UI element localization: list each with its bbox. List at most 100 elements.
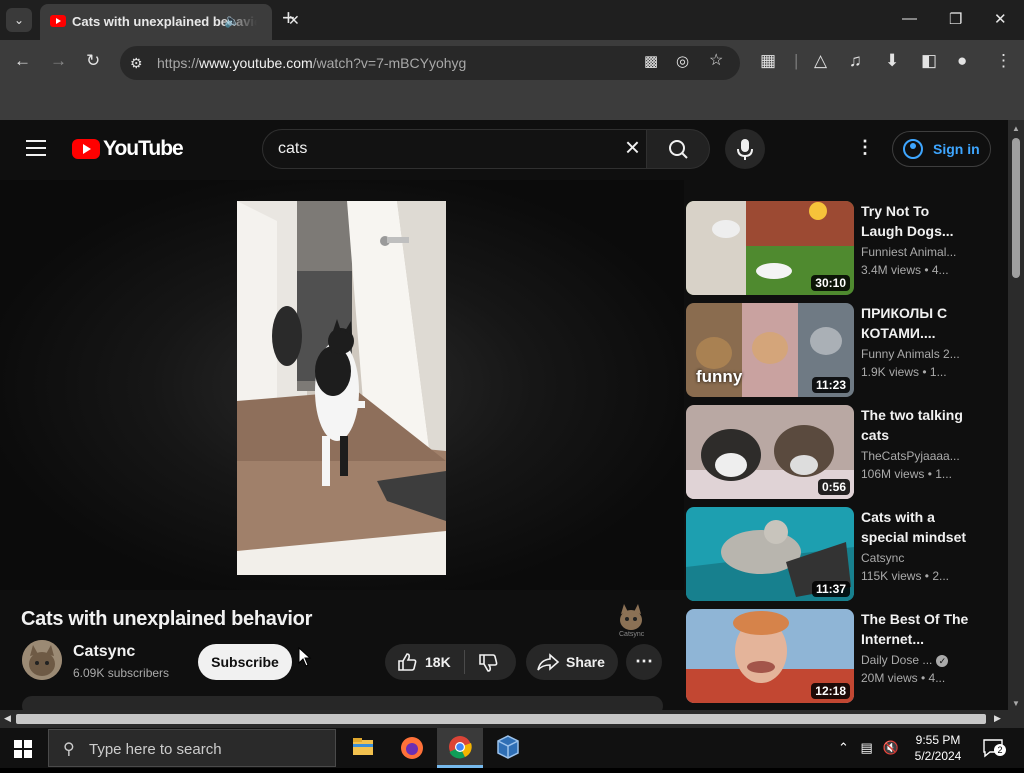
video-duration: 30:10 (811, 275, 850, 291)
search-input[interactable]: cats × (262, 129, 647, 169)
back-button[interactable]: ← (14, 52, 31, 69)
recommendation-channel[interactable]: Daily Dose ... ✓ (861, 653, 961, 667)
downloads-icon[interactable]: ⬇ (885, 52, 899, 69)
hamburger-icon[interactable] (26, 140, 46, 156)
channel-avatar[interactable] (22, 640, 62, 680)
recommendation-item[interactable]: 30:10 Try Not To Laugh Dogs... Funniest … (686, 201, 986, 295)
eye-off-icon[interactable]: ◎ (676, 54, 689, 69)
search-icon (669, 140, 688, 159)
toolbar-divider: | (794, 51, 799, 70)
taskbar-clock[interactable]: 9:55 PM 5/2/2024 (908, 732, 968, 764)
chrome-app[interactable] (437, 728, 483, 768)
url-text[interactable]: https://www.youtube.com/watch?v=7-mBCYyo… (157, 55, 466, 71)
recommendation-title[interactable]: ПРИКОЛЫ С КОТАМИ.... (861, 303, 971, 343)
recommendation-channel[interactable]: TheCatsPyjaaaa... (861, 449, 961, 463)
minimize-button[interactable]: — (902, 10, 917, 27)
system-tray[interactable]: ⌃ ▤ 🔇 (838, 740, 899, 756)
recommendation-thumbnail[interactable]: 11:37 (686, 507, 854, 601)
video-duration: 11:23 (811, 377, 850, 393)
search-button[interactable] (646, 129, 710, 169)
labs-flask-icon[interactable]: △ (814, 52, 827, 69)
clear-search-icon[interactable]: × (625, 134, 640, 160)
more-actions-button[interactable]: ⋯ (626, 644, 662, 680)
notification-count: 2 (994, 744, 1006, 756)
file-explorer-app[interactable] (340, 728, 386, 768)
speaker-icon[interactable]: 🔈 (224, 13, 240, 29)
chevron-up-icon[interactable]: ⌃ (838, 740, 849, 755)
subscribe-button[interactable]: Subscribe (198, 644, 292, 680)
taskbar-search-box[interactable]: ⚲ Type here to search (48, 729, 336, 767)
recommendation-channel[interactable]: Catsync (861, 551, 961, 565)
youtube-logo[interactable]: YouTube (72, 137, 184, 161)
scroll-left-arrow-icon[interactable]: ◀ (4, 713, 11, 724)
site-info-icon[interactable]: ⚙ (130, 55, 143, 72)
extensions-icon[interactable]: ▦ (760, 52, 776, 69)
reload-button[interactable]: ↻ (86, 52, 100, 69)
recommendation-thumbnail[interactable]: 30:10 (686, 201, 854, 295)
address-bar[interactable]: ⚙ https://www.youtube.com/watch?v=7-mBCY… (120, 46, 740, 80)
vertical-scrollbar[interactable]: ▲ ▼ (1008, 120, 1024, 710)
horizontal-scroll-thumb[interactable] (16, 714, 986, 724)
channel-watermark[interactable]: Catsync (616, 602, 646, 640)
scroll-up-arrow-icon[interactable]: ▲ (1012, 124, 1020, 133)
media-control-icon[interactable]: ♫ (849, 52, 862, 69)
network-icon[interactable]: ▤ (861, 740, 873, 755)
recommendation-thumbnail[interactable]: funny 11:23 (686, 303, 854, 397)
browser-toolbar: ← → ↻ ⚙ https://www.youtube.com/watch?v=… (0, 40, 1024, 86)
recommendation-channel[interactable]: Funniest Animal... (861, 245, 961, 259)
volume-muted-icon[interactable]: 🔇 (882, 740, 898, 755)
recommendation-title[interactable]: Try Not To Laugh Dogs... (861, 201, 971, 241)
chevron-down-icon: ⌄ (13, 13, 25, 27)
vertical-scroll-thumb[interactable] (1012, 138, 1020, 278)
taskbar-search-placeholder[interactable]: Type here to search (89, 741, 222, 758)
profile-icon[interactable]: ● (957, 52, 967, 69)
browser-tab-strip: ⌄ Cats with unexplained behavior 🔈 ✕ + —… (0, 0, 1024, 40)
recommendation-item[interactable]: funny 11:23 ПРИКОЛЫ С КОТАМИ.... Funny A… (686, 303, 986, 397)
close-window-button[interactable]: ✕ (994, 10, 1007, 28)
voice-search-button[interactable] (725, 129, 765, 169)
forward-button[interactable]: → (50, 52, 67, 69)
recommendation-thumbnail[interactable]: 12:18 (686, 609, 854, 703)
new-tab-button[interactable]: + (282, 7, 295, 29)
windows-start-icon[interactable] (14, 740, 32, 758)
firefox-icon (401, 737, 423, 759)
recommendation-title[interactable]: The two talking cats (861, 405, 971, 445)
search-icon: ⚲ (63, 741, 75, 758)
virtualbox-cube-icon (497, 735, 519, 759)
youtube-play-icon (72, 139, 100, 159)
video-frame[interactable] (237, 201, 446, 575)
recommendation-channel[interactable]: Funny Animals 2... (861, 347, 961, 361)
browser-menu-icon[interactable]: ⋮ (995, 52, 1012, 69)
side-panel-icon[interactable]: ◧ (921, 52, 937, 69)
description-box[interactable] (22, 696, 663, 710)
restore-button[interactable]: ❐ (949, 10, 962, 28)
recommendation-title[interactable]: Cats with a special mindset (861, 507, 971, 547)
browser-tab[interactable]: Cats with unexplained behavior 🔈 ✕ (40, 4, 300, 40)
settings-menu-icon[interactable]: ⋮ (856, 138, 874, 156)
like-button[interactable] (397, 652, 419, 677)
firefox-app[interactable] (389, 728, 435, 768)
video-player[interactable] (0, 180, 684, 590)
share-button[interactable]: Share (526, 644, 618, 680)
recommendation-item[interactable]: 0:56 The two talking cats TheCatsPyjaaaa… (686, 405, 986, 499)
tab-search-button[interactable]: ⌄ (6, 8, 32, 32)
search-query-text[interactable]: cats (278, 140, 307, 158)
recommendation-item[interactable]: 12:18 The Best Of The Internet... Daily … (686, 609, 986, 703)
notification-center-button[interactable]: 2 (982, 738, 1006, 758)
video-duration: 0:56 (817, 479, 850, 495)
channel-name[interactable]: Catsync (73, 643, 135, 661)
scroll-down-arrow-icon[interactable]: ▼ (1012, 699, 1020, 708)
like-count[interactable]: 18K (425, 654, 451, 670)
bookmark-star-icon[interactable]: ☆ (709, 53, 723, 69)
recommendation-item[interactable]: 11:37 Cats with a special mindset Catsyn… (686, 507, 986, 601)
scroll-right-arrow-icon[interactable]: ▶ (994, 713, 1001, 724)
virtualbox-app[interactable] (485, 728, 531, 768)
sign-in-button[interactable]: Sign in (892, 131, 991, 167)
video-title: Cats with unexplained behavior (21, 608, 313, 630)
dislike-button[interactable] (478, 653, 500, 678)
horizontal-scrollbar[interactable]: ◀ ▶ (0, 710, 1024, 728)
subscriber-count: 6.09K subscribers (73, 666, 170, 680)
cast-icon[interactable]: ▩ (644, 54, 658, 69)
recommendation-thumbnail[interactable]: 0:56 (686, 405, 854, 499)
recommendation-title[interactable]: The Best Of The Internet... (861, 609, 971, 649)
